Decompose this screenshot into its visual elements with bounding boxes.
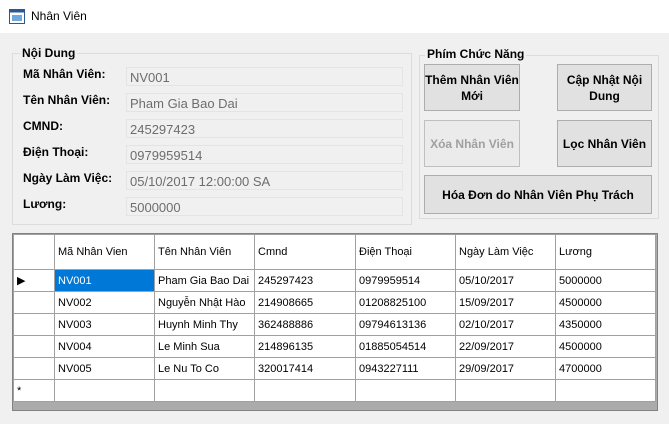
table-row[interactable]: NV004 Le Minh Sua 214896135 01885054514 … — [13, 335, 656, 358]
table-cell[interactable] — [355, 379, 456, 402]
update-content-button[interactable]: Cập Nhật Nội Dung — [557, 64, 652, 111]
title-bar: Nhân Viên — [0, 0, 669, 33]
employee-table: Mã Nhân Vien Tên Nhân Viên Cmnd Điện Tho… — [13, 234, 656, 402]
table-cell[interactable]: NV002 — [54, 291, 155, 314]
table-cell[interactable]: 29/09/2017 — [455, 357, 556, 380]
new-row[interactable]: * — [13, 379, 656, 402]
table-row[interactable]: NV005 Le Nu To Co 320017414 0943227111 2… — [13, 357, 656, 380]
table-cell[interactable]: 15/09/2017 — [455, 291, 556, 314]
id-card-field[interactable]: 245297423 — [126, 119, 403, 138]
table-cell[interactable] — [555, 379, 656, 402]
table-cell[interactable]: NV005 — [54, 357, 155, 380]
salary-field[interactable]: 5000000 — [126, 197, 403, 216]
table-cell[interactable]: 4350000 — [555, 313, 656, 336]
table-cell[interactable]: Pham Gia Bao Dai — [154, 269, 255, 292]
table-cell[interactable]: 320017414 — [254, 357, 356, 380]
table-cell[interactable]: 09794613136 — [355, 313, 456, 336]
id-card-label: CMND: — [23, 119, 63, 133]
table-cell[interactable]: 5000000 — [555, 269, 656, 292]
table-cell[interactable]: Le Nu To Co — [154, 357, 255, 380]
column-header[interactable]: Lương — [555, 234, 656, 270]
table-row[interactable]: NV003 Huynh Minh Thy 362488886 097946131… — [13, 313, 656, 336]
work-date-field[interactable]: 05/10/2017 12:00:00 SA — [126, 171, 403, 190]
employee-invoice-button[interactable]: Hóa Đơn do Nhân Viên Phụ Trách — [424, 175, 652, 214]
table-cell[interactable]: Nguyễn Nhật Hào — [154, 291, 255, 314]
table-row[interactable]: ▶ NV001 Pham Gia Bao Dai 245297423 09799… — [13, 269, 656, 292]
table-cell[interactable]: 0943227111 — [355, 357, 456, 380]
employee-name-field[interactable]: Pham Gia Bao Dai — [126, 93, 403, 112]
delete-employee-button[interactable]: Xóa Nhân Viên — [424, 120, 520, 167]
table-cell[interactable]: 362488886 — [254, 313, 356, 336]
table-cell[interactable]: 4700000 — [555, 357, 656, 380]
row-header[interactable] — [13, 335, 55, 358]
app-form-icon — [9, 9, 25, 24]
table-row[interactable]: NV002 Nguyễn Nhật Hào 214908665 01208825… — [13, 291, 656, 314]
table-cell[interactable]: 01885054514 — [355, 335, 456, 358]
table-cell[interactable]: 05/10/2017 — [455, 269, 556, 292]
work-date-label: Ngày Làm Việc: — [23, 171, 113, 185]
table-cell[interactable] — [54, 379, 155, 402]
table-cell[interactable]: NV004 — [54, 335, 155, 358]
add-employee-button-label: Thêm Nhân Viên Mới — [425, 72, 519, 103]
table-cell[interactable]: 01208825100 — [355, 291, 456, 314]
grid-header-row: Mã Nhân Vien Tên Nhân Viên Cmnd Điện Tho… — [13, 234, 656, 270]
employee-id-label: Mã Nhân Viên: — [23, 67, 106, 81]
delete-employee-button-label: Xóa Nhân Viên — [430, 136, 514, 151]
column-header[interactable]: Ngày Làm Việc — [455, 234, 556, 270]
column-header[interactable]: Điện Thoại — [355, 234, 456, 270]
update-content-button-label: Cập Nhật Nội Dung — [566, 72, 643, 103]
filter-employee-button[interactable]: Lọc Nhân Viên — [557, 120, 652, 167]
add-employee-button[interactable]: Thêm Nhân Viên Mới — [424, 64, 520, 111]
table-cell[interactable]: NV003 — [54, 313, 155, 336]
current-row-indicator-icon[interactable]: ▶ — [13, 269, 55, 292]
table-cell[interactable] — [254, 379, 356, 402]
table-cell[interactable]: 214908665 — [254, 291, 356, 314]
table-cell[interactable]: 4500000 — [555, 291, 656, 314]
window-title: Nhân Viên — [31, 9, 87, 23]
column-header[interactable]: Cmnd — [254, 234, 356, 270]
table-cell[interactable]: NV001 — [54, 269, 155, 292]
column-header[interactable]: Tên Nhân Viên — [154, 234, 255, 270]
table-cell[interactable]: 4500000 — [555, 335, 656, 358]
table-cell[interactable] — [455, 379, 556, 402]
actions-group-title: Phím Chức Năng — [425, 47, 527, 61]
table-cell[interactable]: Huynh Minh Thy — [154, 313, 255, 336]
table-cell[interactable]: 02/10/2017 — [455, 313, 556, 336]
row-header-corner[interactable] — [13, 234, 55, 270]
new-row-indicator-icon[interactable]: * — [13, 379, 55, 402]
phone-field[interactable]: 0979959514 — [126, 145, 403, 164]
row-header[interactable] — [13, 291, 55, 314]
table-cell[interactable] — [154, 379, 255, 402]
filter-employee-button-label: Lọc Nhân Viên — [562, 136, 647, 151]
row-header[interactable] — [13, 357, 55, 380]
details-group-title: Nội Dung — [20, 46, 78, 60]
phone-label: Điện Thoại: — [23, 145, 89, 159]
table-cell[interactable]: 0979959514 — [355, 269, 456, 292]
table-cell[interactable]: 245297423 — [254, 269, 356, 292]
column-header[interactable]: Mã Nhân Vien — [54, 234, 155, 270]
table-cell[interactable]: Le Minh Sua — [154, 335, 255, 358]
employee-id-field[interactable]: NV001 — [126, 67, 403, 86]
table-cell[interactable]: 214896135 — [254, 335, 356, 358]
employee-grid[interactable]: Mã Nhân Vien Tên Nhân Viên Cmnd Điện Tho… — [12, 233, 658, 411]
table-cell[interactable]: 22/09/2017 — [455, 335, 556, 358]
salary-label: Lương: — [23, 197, 67, 211]
row-header[interactable] — [13, 313, 55, 336]
employee-invoice-button-label: Hóa Đơn do Nhân Viên Phụ Trách — [442, 187, 634, 202]
employee-name-label: Tên Nhân Viên: — [23, 93, 111, 107]
